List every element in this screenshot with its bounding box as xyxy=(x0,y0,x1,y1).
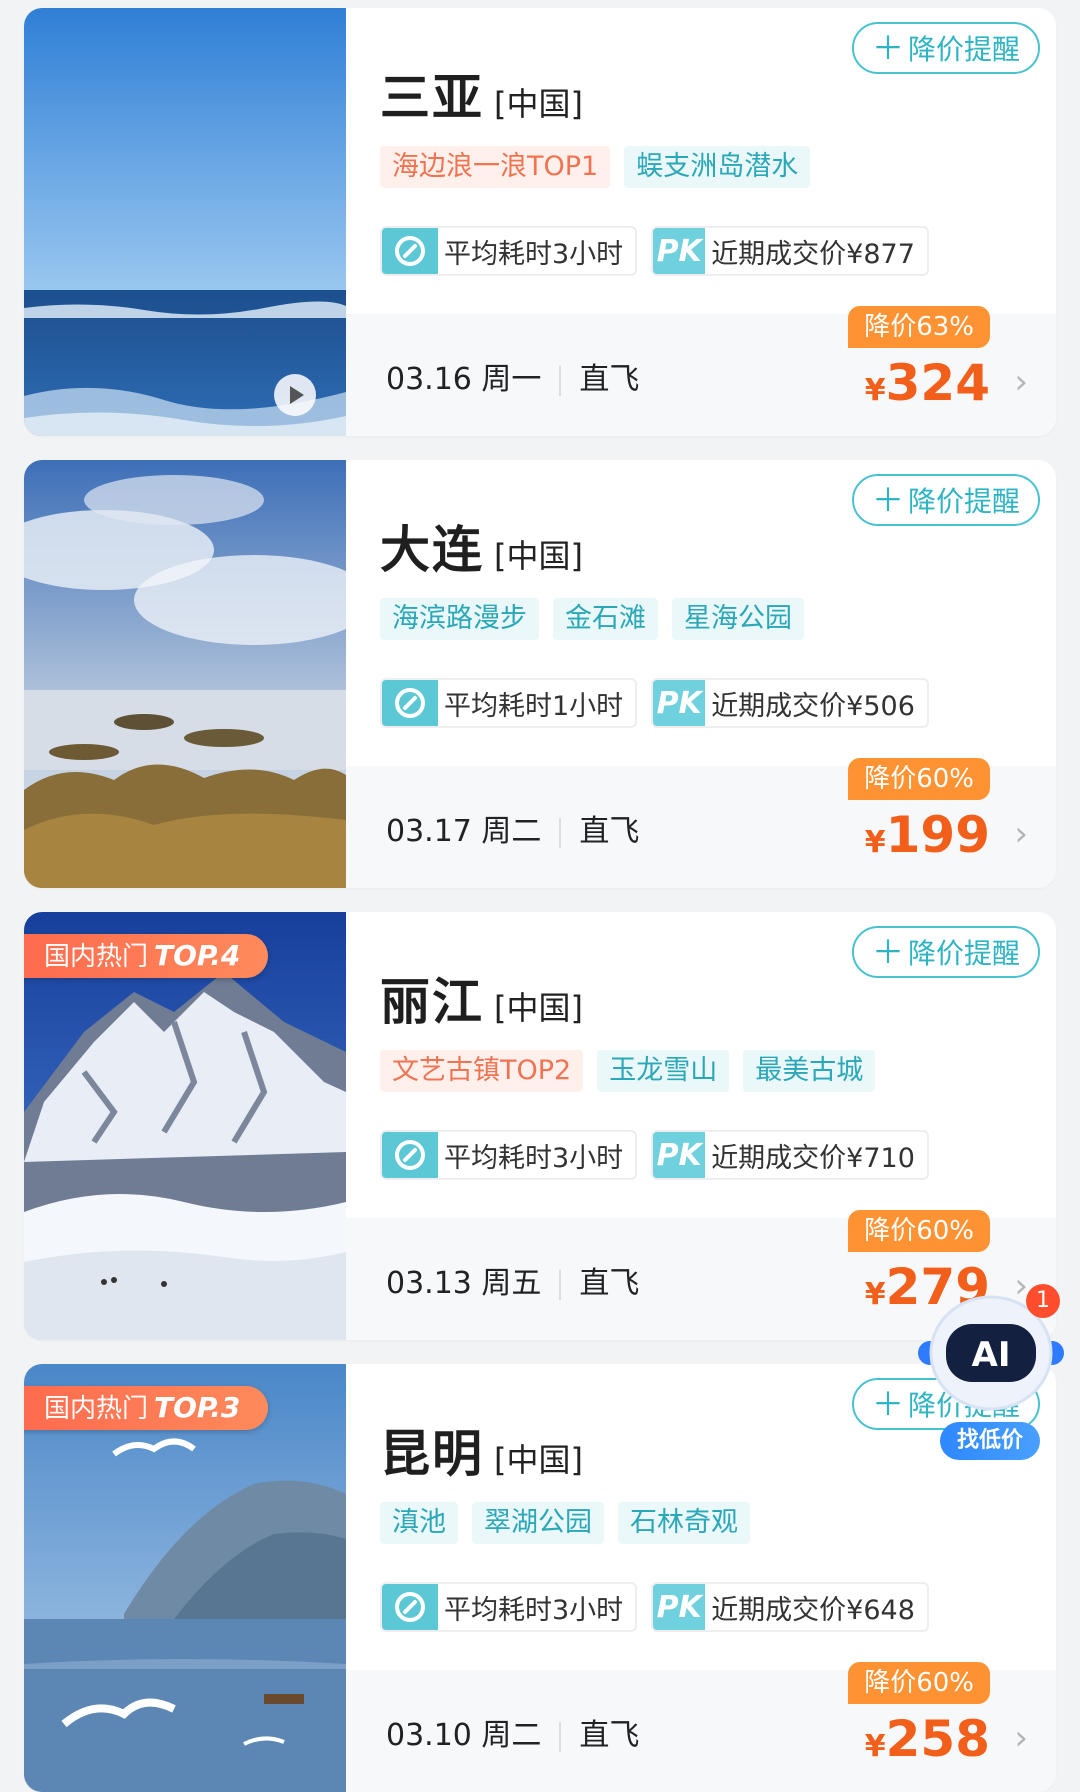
tag: 海滨路漫步 xyxy=(380,598,539,640)
tag-list: 文艺古镇TOP2 玉龙雪山 最美古城 xyxy=(380,1050,889,1092)
price: ¥199 xyxy=(864,806,990,864)
clock-icon xyxy=(382,1132,438,1178)
destination-card[interactable]: ＋降价提醒 大连 [中国] 海滨路漫步 金石滩 星海公园 平均耗时1小时 PK 近期成交价… xyxy=(24,460,1056,888)
play-video-icon[interactable] xyxy=(274,374,316,416)
info-row: 平均耗时3小时 PK 近期成交价¥710 xyxy=(380,1130,943,1180)
flight-row[interactable]: 03.10 周二 直飞 降价60% ¥258 › xyxy=(346,1662,1056,1792)
price-alert-button[interactable]: ＋降价提醒 xyxy=(851,474,1040,526)
clock-icon xyxy=(382,1584,438,1630)
discount-badge: 降价63% xyxy=(848,306,990,348)
flight-type: 直飞 xyxy=(579,362,640,397)
destination-photo[interactable] xyxy=(24,460,346,888)
flight-row[interactable]: 03.17 周二 直飞 降价60% ¥199 › xyxy=(346,758,1056,888)
pk-icon: PK xyxy=(653,1132,706,1178)
destination-photo[interactable] xyxy=(24,8,346,436)
recent-price-pill: PK 近期成交价¥877 xyxy=(651,226,929,276)
tag: 星海公园 xyxy=(672,598,804,640)
chevron-right-icon[interactable]: › xyxy=(1014,1718,1028,1758)
divider xyxy=(559,1721,562,1752)
city-name: 丽江 xyxy=(380,973,484,1031)
hot-rank-badge: 国内热门 TOP.3 xyxy=(24,1386,269,1430)
clock-icon xyxy=(382,228,438,274)
country-label: [中国] xyxy=(494,537,583,575)
destination-card[interactable]: 国内热门 TOP.4 ＋降价提醒 丽江 [中国] 文艺古镇TOP2 玉龙雪山 最美古城 … xyxy=(24,912,1056,1340)
flight-row[interactable]: 03.16 周一 直飞 降价63% ¥324 › xyxy=(346,306,1056,436)
country-label: [中国] xyxy=(494,1441,583,1479)
avg-time-pill: 平均耗时3小时 xyxy=(380,226,638,276)
destination-title: 昆明 [中国] xyxy=(380,1414,583,1486)
plus-icon: ＋ xyxy=(871,29,904,67)
avg-time-pill: 平均耗时3小时 xyxy=(380,1582,638,1632)
flight-date: 03.10 周二 xyxy=(386,1718,542,1753)
plus-icon: ＋ xyxy=(871,1385,904,1423)
destination-card[interactable]: ＋降价提醒 三亚 [中国] 海边浪一浪TOP1 蜈支洲岛潜水 平均耗时3小时 PK 近期… xyxy=(24,8,1056,436)
destination-title: 三亚 [中国] xyxy=(380,58,583,130)
divider xyxy=(559,817,562,848)
recent-price-pill: PK 近期成交价¥648 xyxy=(651,1582,929,1632)
pk-icon: PK xyxy=(653,1584,706,1630)
tag: 海边浪一浪TOP1 xyxy=(380,146,611,188)
tag: 金石滩 xyxy=(553,598,658,640)
hot-rank-badge: 国内热门 TOP.4 xyxy=(24,934,269,978)
flight-date: 03.17 周二 xyxy=(386,814,542,849)
tag-list: 海边浪一浪TOP1 蜈支洲岛潜水 xyxy=(380,146,824,188)
svg-text:AI: AI xyxy=(972,1335,1011,1375)
tag: 文艺古镇TOP2 xyxy=(380,1050,584,1092)
plus-icon: ＋ xyxy=(871,933,904,971)
price-alert-button[interactable]: ＋降价提醒 xyxy=(851,22,1040,74)
destination-title: 丽江 [中国] xyxy=(380,962,583,1034)
price-alert-button[interactable]: ＋降价提醒 xyxy=(851,926,1040,978)
flight-type: 直飞 xyxy=(579,1266,640,1301)
discount-badge: 降价60% xyxy=(848,1210,990,1252)
destination-photo[interactable]: 国内热门 TOP.4 xyxy=(24,912,346,1340)
tag: 玉龙雪山 xyxy=(597,1050,730,1092)
discount-badge: 降价60% xyxy=(848,758,990,800)
destination-photo[interactable]: 国内热门 TOP.3 xyxy=(24,1364,346,1792)
chevron-right-icon[interactable]: › xyxy=(1014,814,1028,854)
flight-date: 03.16 周一 xyxy=(386,362,542,397)
recent-price-pill: PK 近期成交价¥506 xyxy=(651,678,929,728)
pk-icon: PK xyxy=(653,228,706,274)
flight-date: 03.13 周五 xyxy=(386,1266,542,1301)
city-name: 昆明 xyxy=(380,1425,484,1483)
tag: 翠湖公园 xyxy=(472,1502,604,1544)
destination-title: 大连 [中国] xyxy=(380,510,583,582)
notification-badge: 1 xyxy=(1026,1284,1060,1318)
country-label: [中国] xyxy=(494,85,583,123)
tag: 最美古城 xyxy=(743,1050,876,1092)
city-name: 大连 xyxy=(380,521,484,579)
pk-icon: PK xyxy=(653,680,706,726)
price: ¥324 xyxy=(864,354,990,412)
tag: 石林奇观 xyxy=(618,1502,750,1544)
divider xyxy=(559,1269,562,1300)
info-row: 平均耗时3小时 PK 近期成交价¥877 xyxy=(380,226,943,276)
info-row: 平均耗时1小时 PK 近期成交价¥506 xyxy=(380,678,943,728)
divider xyxy=(559,365,562,396)
flight-type: 直飞 xyxy=(579,1718,640,1753)
plus-icon: ＋ xyxy=(871,481,904,519)
avg-time-pill: 平均耗时3小时 xyxy=(380,1130,638,1180)
flight-type: 直飞 xyxy=(579,814,640,849)
city-name: 三亚 xyxy=(380,69,484,127)
info-row: 平均耗时3小时 PK 近期成交价¥648 xyxy=(380,1582,943,1632)
avg-time-pill: 平均耗时1小时 xyxy=(380,678,638,728)
tag: 蜈支洲岛潜水 xyxy=(624,146,811,188)
destination-card[interactable]: 国内热门 TOP.3 ＋降价提醒 昆明 [中国] 滇池 翠湖公园 石林奇观 平均耗时3小… xyxy=(24,1364,1056,1792)
tag-list: 海滨路漫步 金石滩 星海公园 xyxy=(380,598,818,640)
find-low-price-label[interactable]: 找低价 xyxy=(940,1422,1040,1460)
chevron-right-icon[interactable]: › xyxy=(1014,362,1028,402)
tag-list: 滇池 翠湖公园 石林奇观 xyxy=(380,1502,764,1544)
recent-price-pill: PK 近期成交价¥710 xyxy=(651,1130,929,1180)
clock-icon xyxy=(382,680,438,726)
country-label: [中国] xyxy=(494,989,583,1027)
price: ¥258 xyxy=(864,1710,990,1768)
tag: 滇池 xyxy=(380,1502,458,1544)
discount-badge: 降价60% xyxy=(848,1662,990,1704)
